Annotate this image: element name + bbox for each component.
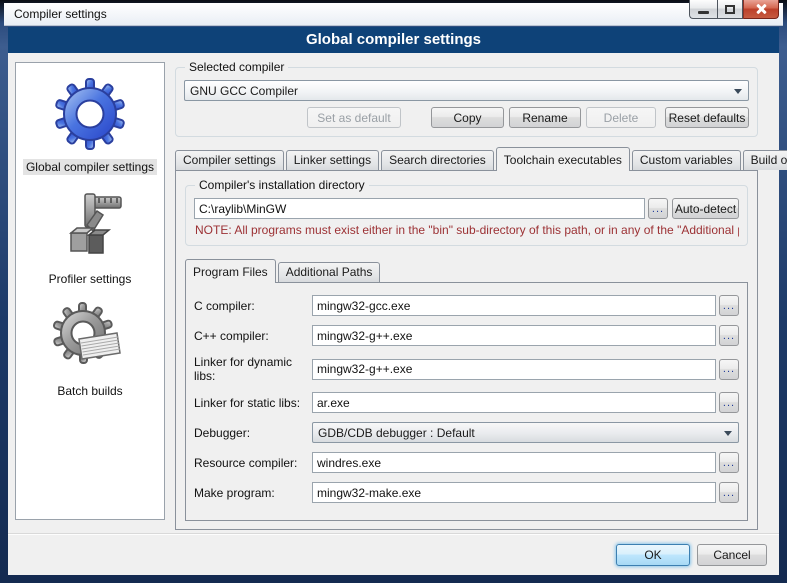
cpp-compiler-label: C++ compiler:: [194, 329, 312, 343]
title-bar: Compiler settings: [4, 3, 783, 26]
c-compiler-label: C compiler:: [194, 299, 312, 313]
dialog-body: Global compiler settings: [8, 53, 779, 575]
gear-gray-icon: [53, 301, 127, 375]
chevron-down-icon: [724, 431, 732, 436]
make-program-browse-button[interactable]: ...: [719, 482, 739, 503]
selected-compiler-group: Selected compiler GNU GCC Compiler Set a…: [175, 67, 758, 137]
sidebar-item-global-compiler-settings[interactable]: Global compiler settings: [23, 77, 157, 175]
selected-compiler-dropdown[interactable]: GNU GCC Compiler: [184, 80, 749, 101]
window-controls: [689, 0, 779, 19]
make-program-label: Make program:: [194, 486, 312, 500]
debugger-value: GDB/CDB debugger : Default: [318, 426, 475, 440]
cpp-compiler-input[interactable]: [312, 325, 716, 346]
gear-blue-icon: [53, 77, 127, 151]
debugger-label: Debugger:: [194, 426, 312, 440]
selected-compiler-group-label: Selected compiler: [185, 60, 288, 74]
dynamic-linker-browse-button[interactable]: ...: [719, 359, 739, 380]
debugger-row: Debugger: GDB/CDB debugger : Default: [194, 422, 739, 443]
close-button[interactable]: [743, 0, 779, 19]
installation-directory-row: ... Auto-detect: [194, 198, 739, 219]
category-sidebar: Global compiler settings: [15, 62, 165, 520]
delete-button: Delete: [586, 107, 656, 128]
program-files-panel: C compiler: ... C++ compiler: ... Linker…: [185, 282, 748, 521]
page-title: Global compiler settings: [8, 27, 779, 53]
installation-directory-note: NOTE: All programs must exist either in …: [195, 223, 739, 237]
static-linker-browse-button[interactable]: ...: [719, 392, 739, 413]
rename-button[interactable]: Rename: [509, 107, 581, 128]
caliper-icon: [53, 189, 127, 263]
minimize-icon: [698, 11, 709, 14]
window-title: Compiler settings: [14, 7, 107, 21]
footer-separator: [8, 533, 779, 535]
static-linker-input[interactable]: [312, 392, 716, 413]
c-compiler-input[interactable]: [312, 295, 716, 316]
tab-linker-settings[interactable]: Linker settings: [286, 150, 379, 170]
sidebar-item-label: Profiler settings: [46, 271, 135, 287]
dynamic-linker-label: Linker for dynamic libs:: [194, 355, 312, 383]
installation-directory-browse-button[interactable]: ...: [648, 198, 668, 219]
cpp-compiler-row: C++ compiler: ...: [194, 325, 739, 346]
tab-compiler-settings[interactable]: Compiler settings: [175, 150, 284, 170]
cpp-compiler-browse-button[interactable]: ...: [719, 325, 739, 346]
reset-defaults-button[interactable]: Reset defaults: [665, 107, 749, 128]
c-compiler-row: C compiler: ...: [194, 295, 739, 316]
footer-buttons: OK Cancel: [616, 544, 767, 566]
installation-directory-group: Compiler's installation directory ... Au…: [185, 185, 748, 246]
programs-tab-strip: Program Files Additional Paths: [185, 258, 748, 282]
compiler-actions-row: Set as default Copy Rename Delete Reset …: [184, 107, 749, 128]
maximize-button[interactable]: [717, 0, 743, 19]
resource-compiler-row: Resource compiler: ...: [194, 452, 739, 473]
sidebar-item-label: Batch builds: [54, 383, 125, 399]
compiler-settings-window: Compiler settings Global compiler settin…: [0, 0, 787, 583]
resource-compiler-input[interactable]: [312, 452, 716, 473]
auto-detect-button[interactable]: Auto-detect: [672, 198, 739, 219]
tab-program-files[interactable]: Program Files: [185, 259, 276, 283]
sidebar-item-label: Global compiler settings: [23, 159, 157, 175]
maximize-icon: [725, 5, 735, 14]
tab-toolchain-executables[interactable]: Toolchain executables: [496, 147, 630, 171]
tab-search-directories[interactable]: Search directories: [381, 150, 494, 170]
tab-additional-paths[interactable]: Additional Paths: [278, 262, 381, 282]
copy-button[interactable]: Copy: [431, 107, 504, 128]
ok-button[interactable]: OK: [616, 544, 690, 566]
main-content: Selected compiler GNU GCC Compiler Set a…: [175, 59, 758, 520]
set-as-default-button: Set as default: [307, 107, 401, 128]
tab-build-options[interactable]: Build options: [743, 150, 787, 170]
resource-compiler-browse-button[interactable]: ...: [719, 452, 739, 473]
make-program-row: Make program: ...: [194, 482, 739, 503]
dynamic-linker-row: Linker for dynamic libs: ...: [194, 355, 739, 383]
tab-custom-variables[interactable]: Custom variables: [632, 150, 741, 170]
dynamic-linker-input[interactable]: [312, 359, 716, 380]
resource-compiler-label: Resource compiler:: [194, 456, 312, 470]
debugger-dropdown[interactable]: GDB/CDB debugger : Default: [312, 422, 739, 443]
installation-directory-input[interactable]: [194, 198, 645, 219]
static-linker-row: Linker for static libs: ...: [194, 392, 739, 413]
static-linker-label: Linker for static libs:: [194, 396, 312, 410]
close-icon: [755, 3, 767, 15]
c-compiler-browse-button[interactable]: ...: [719, 295, 739, 316]
toolchain-executables-panel: Compiler's installation directory ... Au…: [175, 170, 758, 530]
make-program-input[interactable]: [312, 482, 716, 503]
minimize-button[interactable]: [689, 0, 717, 19]
sidebar-item-batch-builds[interactable]: Batch builds: [53, 301, 127, 399]
installation-directory-group-label: Compiler's installation directory: [195, 178, 369, 192]
selected-compiler-value: GNU GCC Compiler: [190, 84, 298, 98]
sidebar-item-profiler-settings[interactable]: Profiler settings: [46, 189, 135, 287]
settings-tab-strip: Compiler settings Linker settings Search…: [175, 147, 758, 170]
chevron-down-icon: [734, 89, 742, 94]
cancel-button[interactable]: Cancel: [697, 544, 767, 566]
